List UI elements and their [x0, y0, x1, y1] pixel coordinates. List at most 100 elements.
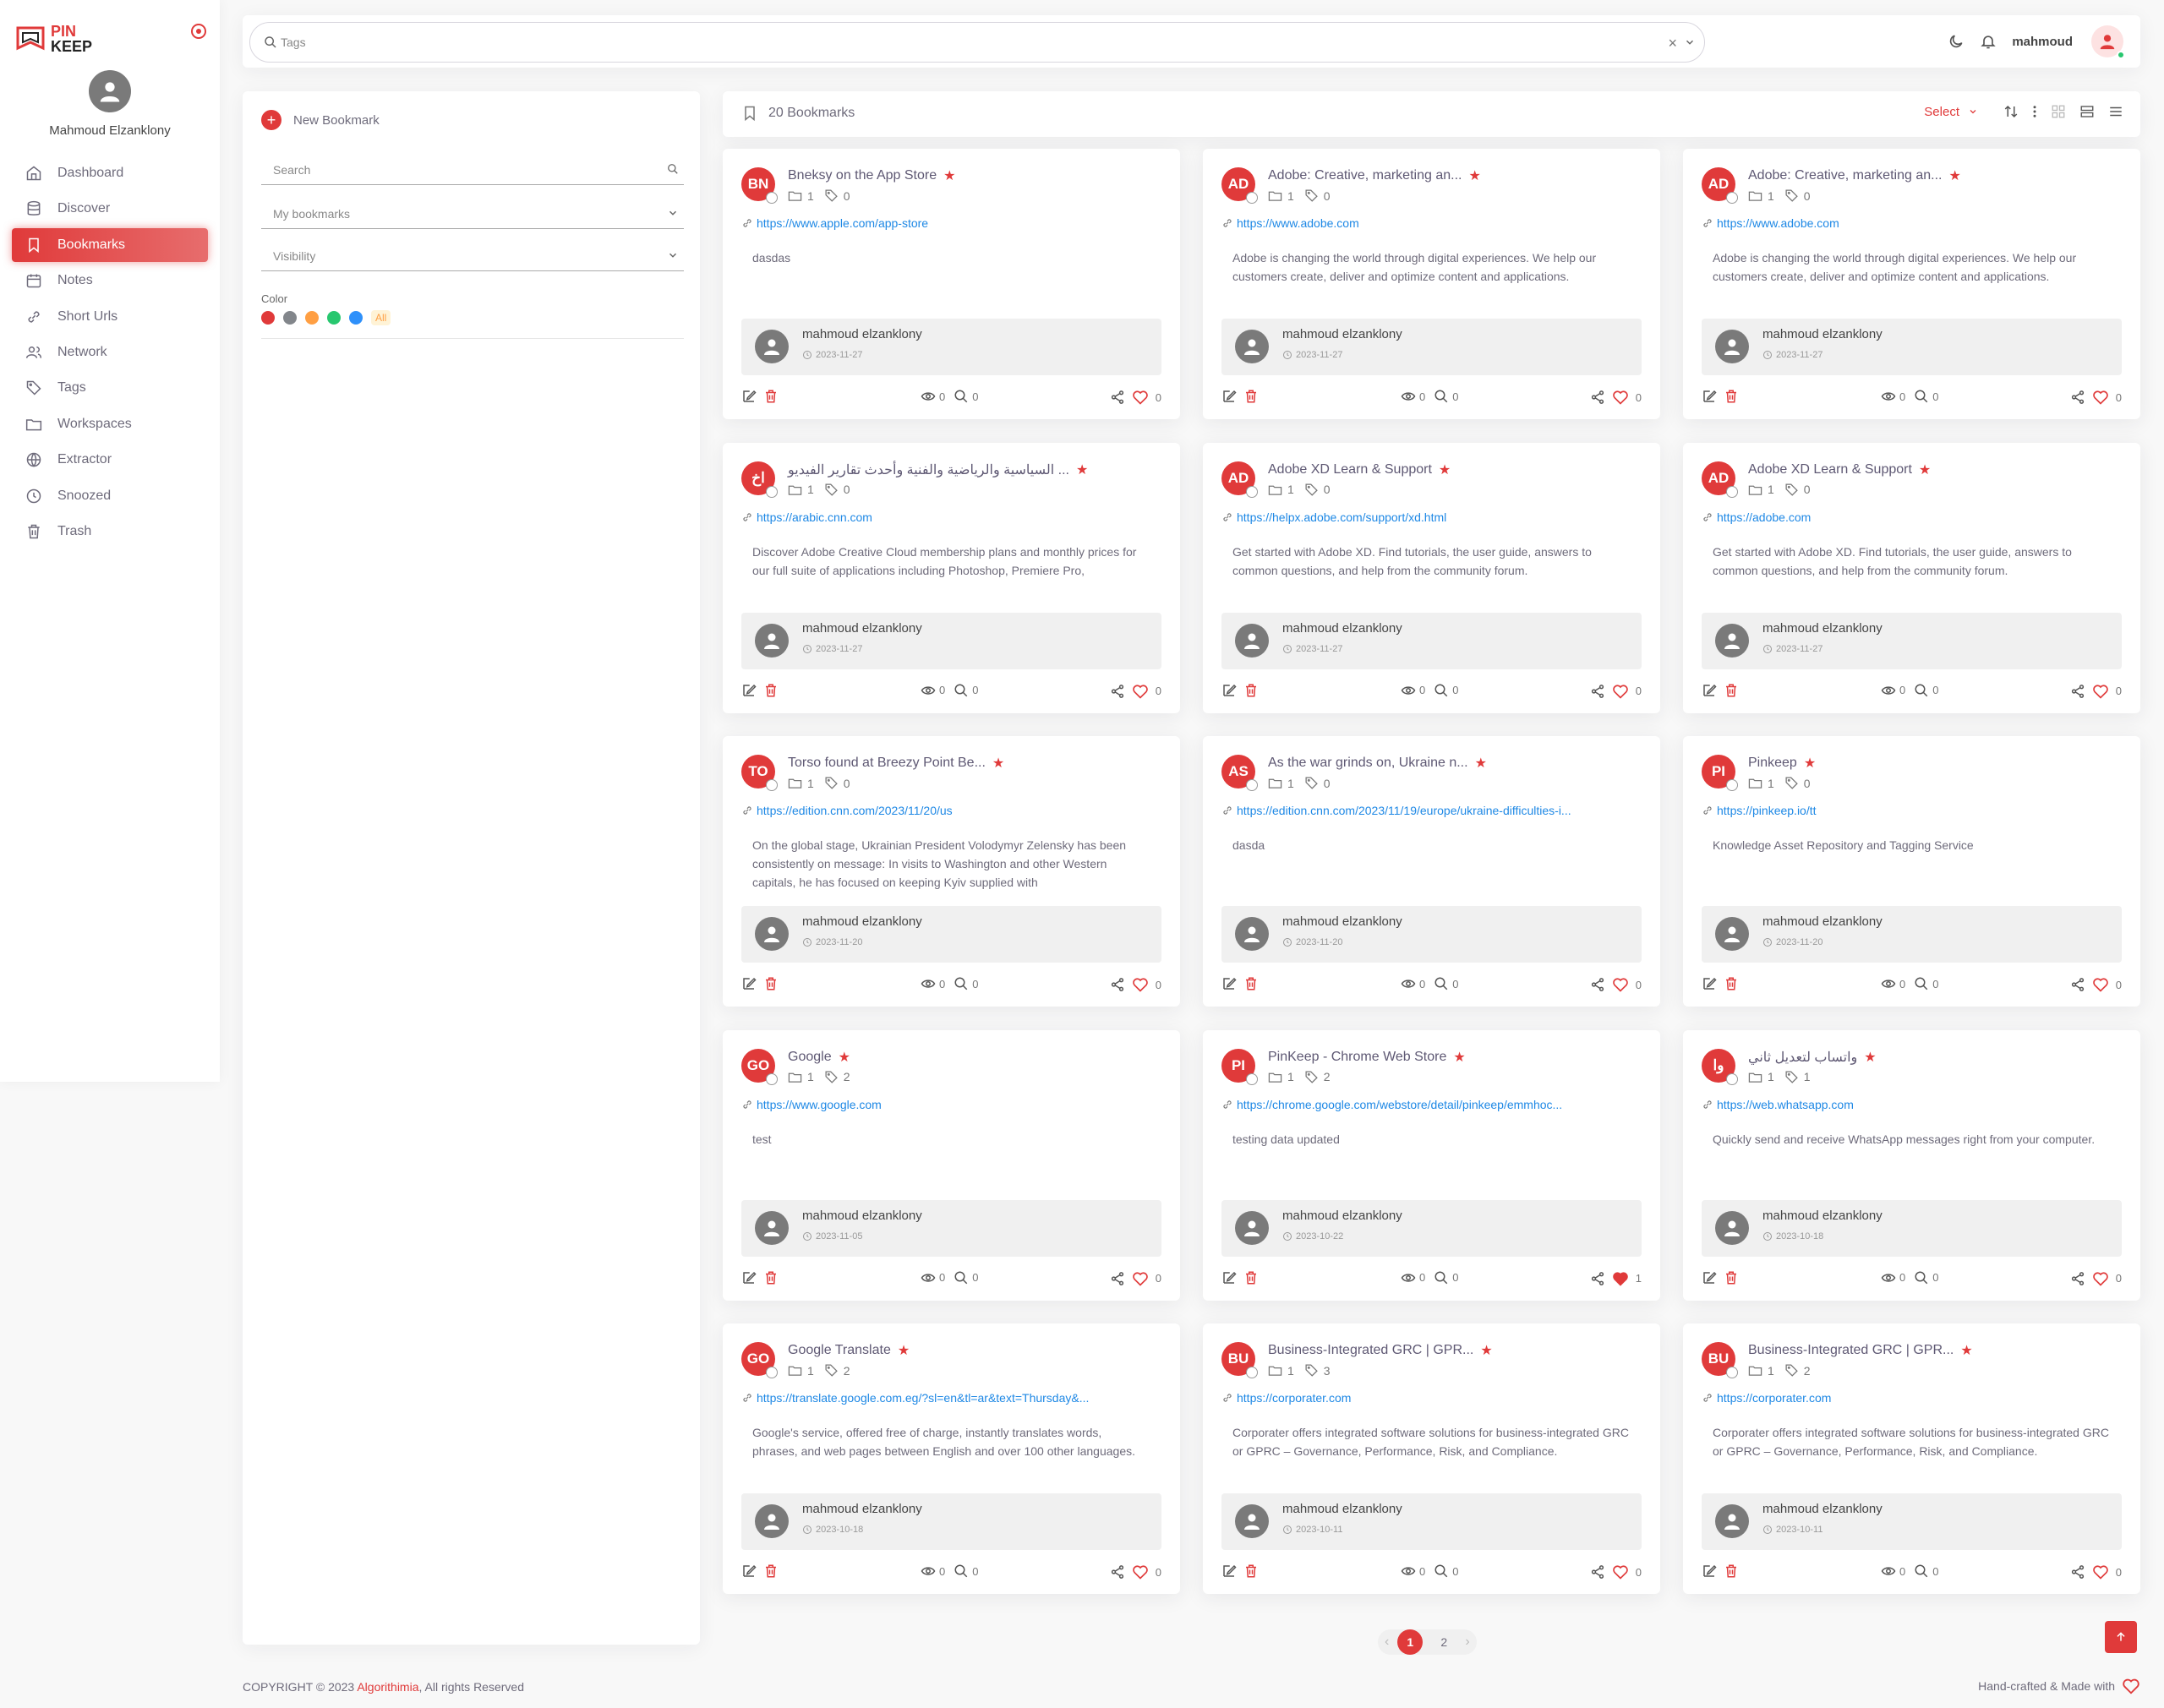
bookmark-card[interactable]: BN Bneksy on the App Store ★ 1 0 https:/… [723, 149, 1180, 419]
color-option-red[interactable] [261, 311, 275, 325]
star-icon[interactable]: ★ [1804, 755, 1816, 772]
navbar-username[interactable]: mahmoud [2012, 35, 2073, 49]
color-option-blue[interactable] [349, 311, 363, 325]
bookmark-card[interactable]: PI PinKeep - Chrome Web Store ★ 1 2 http… [1203, 1029, 1660, 1301]
delete-icon[interactable] [1243, 1563, 1259, 1579]
bookmark-title[interactable]: واتساب لتعديل ثاني [1748, 1049, 1857, 1066]
star-icon[interactable]: ★ [1480, 1342, 1492, 1359]
share-icon[interactable] [2070, 977, 2085, 992]
bookmark-url[interactable]: https://www.apple.com/app-store [757, 216, 928, 230]
owner-avatar[interactable] [1235, 1210, 1269, 1245]
edit-icon[interactable] [1221, 1270, 1237, 1285]
bookmark-card[interactable]: AD Adobe: Creative, marketing an... ★ 1 … [1683, 149, 2140, 419]
bookmark-url[interactable]: https://edition.cnn.com/2023/11/19/europ… [1237, 804, 1571, 817]
owner-avatar[interactable] [1715, 1210, 1749, 1245]
bookmark-title[interactable]: Adobe XD Learn & Support [1268, 462, 1432, 477]
delete-icon[interactable] [763, 1563, 779, 1579]
bell-icon[interactable] [1980, 33, 1997, 50]
sidebar-item-snoozed[interactable]: Snoozed [12, 479, 208, 513]
sidebar-item-network[interactable]: Network [12, 336, 208, 369]
share-icon[interactable] [1110, 684, 1125, 699]
heart-icon[interactable] [1132, 389, 1149, 406]
share-icon[interactable] [1110, 1564, 1125, 1580]
delete-icon[interactable] [1724, 976, 1739, 991]
bookmark-url[interactable]: https://chrome.google.com/webstore/detai… [1237, 1098, 1562, 1111]
sidebar-item-extractor[interactable]: Extractor [12, 443, 208, 477]
bookmark-title[interactable]: Business-Integrated GRC | GPR... [1748, 1343, 1954, 1358]
brand-link[interactable]: Algorithimia [357, 1680, 418, 1694]
share-icon[interactable] [1590, 1271, 1605, 1286]
delete-icon[interactable] [1724, 1563, 1739, 1579]
owner-avatar[interactable] [755, 1504, 789, 1538]
edit-icon[interactable] [1221, 1563, 1237, 1579]
heart-icon[interactable] [2092, 976, 2109, 993]
grid-view-icon[interactable] [2051, 104, 2066, 119]
navbar-avatar[interactable] [2091, 25, 2125, 59]
visibility-select[interactable]: Visibility [261, 241, 684, 271]
edit-icon[interactable] [741, 1270, 757, 1285]
list-view-icon[interactable] [2108, 104, 2123, 119]
heart-icon[interactable] [1132, 1270, 1149, 1287]
edit-icon[interactable] [1702, 1563, 1717, 1579]
bookmark-url[interactable]: https://arabic.cnn.com [757, 510, 872, 524]
share-icon[interactable] [1590, 684, 1605, 699]
bookmark-card[interactable]: TO Torso found at Breezy Point Be... ★ 1… [723, 736, 1180, 1007]
more-vertical-icon[interactable] [2032, 104, 2037, 119]
delete-icon[interactable] [1724, 683, 1739, 698]
color-option-gray[interactable] [283, 311, 297, 325]
bookmark-card[interactable]: AD Adobe XD Learn & Support ★ 1 0 https:… [1683, 442, 2140, 713]
star-icon[interactable]: ★ [1948, 167, 1960, 184]
edit-icon[interactable] [741, 976, 757, 991]
edit-icon[interactable] [1221, 976, 1237, 991]
bookmark-title[interactable]: السياسية والرياضية والفنية وأحدث تقارير … [788, 461, 1069, 478]
bookmark-url[interactable]: https://corporater.com [1717, 1391, 1831, 1405]
bookmark-card[interactable]: AD Adobe: Creative, marketing an... ★ 1 … [1203, 149, 1660, 419]
share-icon[interactable] [1590, 390, 1605, 405]
color-option-all[interactable]: All [371, 310, 391, 325]
bookmark-url[interactable]: https://corporater.com [1237, 1391, 1351, 1405]
bookmark-url[interactable]: https://www.adobe.com [1717, 216, 1839, 230]
sidebar-item-trash[interactable]: Trash [12, 515, 208, 548]
bookmark-url[interactable]: https://edition.cnn.com/2023/11/20/us [757, 804, 953, 817]
delete-icon[interactable] [763, 683, 779, 698]
edit-icon[interactable] [1702, 976, 1717, 991]
delete-icon[interactable] [1243, 683, 1259, 698]
collection-select[interactable]: My bookmarks [261, 199, 684, 229]
heart-icon[interactable] [1612, 389, 1629, 406]
delete-icon[interactable] [763, 1270, 779, 1285]
star-icon[interactable]: ★ [1919, 461, 1931, 478]
owner-avatar[interactable] [1715, 1504, 1749, 1538]
star-icon[interactable]: ★ [898, 1342, 910, 1359]
star-icon[interactable]: ★ [1960, 1342, 1972, 1359]
delete-icon[interactable] [763, 389, 779, 404]
moon-icon[interactable] [1948, 33, 1965, 50]
prev-page-button[interactable]: ‹ [1385, 1634, 1389, 1650]
share-icon[interactable] [2070, 1564, 2085, 1580]
delete-icon[interactable] [1243, 976, 1259, 991]
owner-avatar[interactable] [1235, 330, 1269, 363]
bookmark-card[interactable]: GO Google Translate ★ 1 2 https://transl… [723, 1323, 1180, 1594]
edit-icon[interactable] [1702, 683, 1717, 698]
bookmark-title[interactable]: PinKeep - Chrome Web Store [1268, 1050, 1446, 1065]
share-icon[interactable] [2070, 1271, 2085, 1286]
heart-icon[interactable] [1612, 976, 1629, 993]
sidebar-item-dashboard[interactable]: Dashboard [12, 156, 208, 190]
share-icon[interactable] [2070, 390, 2085, 405]
share-icon[interactable] [1110, 977, 1125, 992]
delete-icon[interactable] [1724, 1270, 1739, 1285]
bookmark-title[interactable]: Bneksy on the App Store [788, 168, 937, 183]
sidebar-item-short-urls[interactable]: Short Urls [12, 300, 208, 334]
owner-avatar[interactable] [755, 917, 789, 951]
page-2-button[interactable]: 2 [1431, 1629, 1456, 1655]
select-dropdown[interactable]: Select [1924, 105, 1978, 119]
sidebar-toggle-icon[interactable] [189, 22, 208, 41]
bookmark-title[interactable]: As the war grinds on, Ukraine n... [1268, 756, 1468, 771]
share-icon[interactable] [1590, 1564, 1605, 1580]
star-icon[interactable]: ★ [1439, 461, 1451, 478]
heart-icon[interactable] [2092, 683, 2109, 700]
star-icon[interactable]: ★ [1864, 1049, 1876, 1066]
bookmark-card[interactable]: BU Business-Integrated GRC | GPR... ★ 1 … [1683, 1323, 2140, 1594]
bookmark-title[interactable]: Torso found at Breezy Point Be... [788, 756, 986, 771]
share-icon[interactable] [1110, 1271, 1125, 1286]
bookmark-url[interactable]: https://www.google.com [757, 1098, 882, 1111]
